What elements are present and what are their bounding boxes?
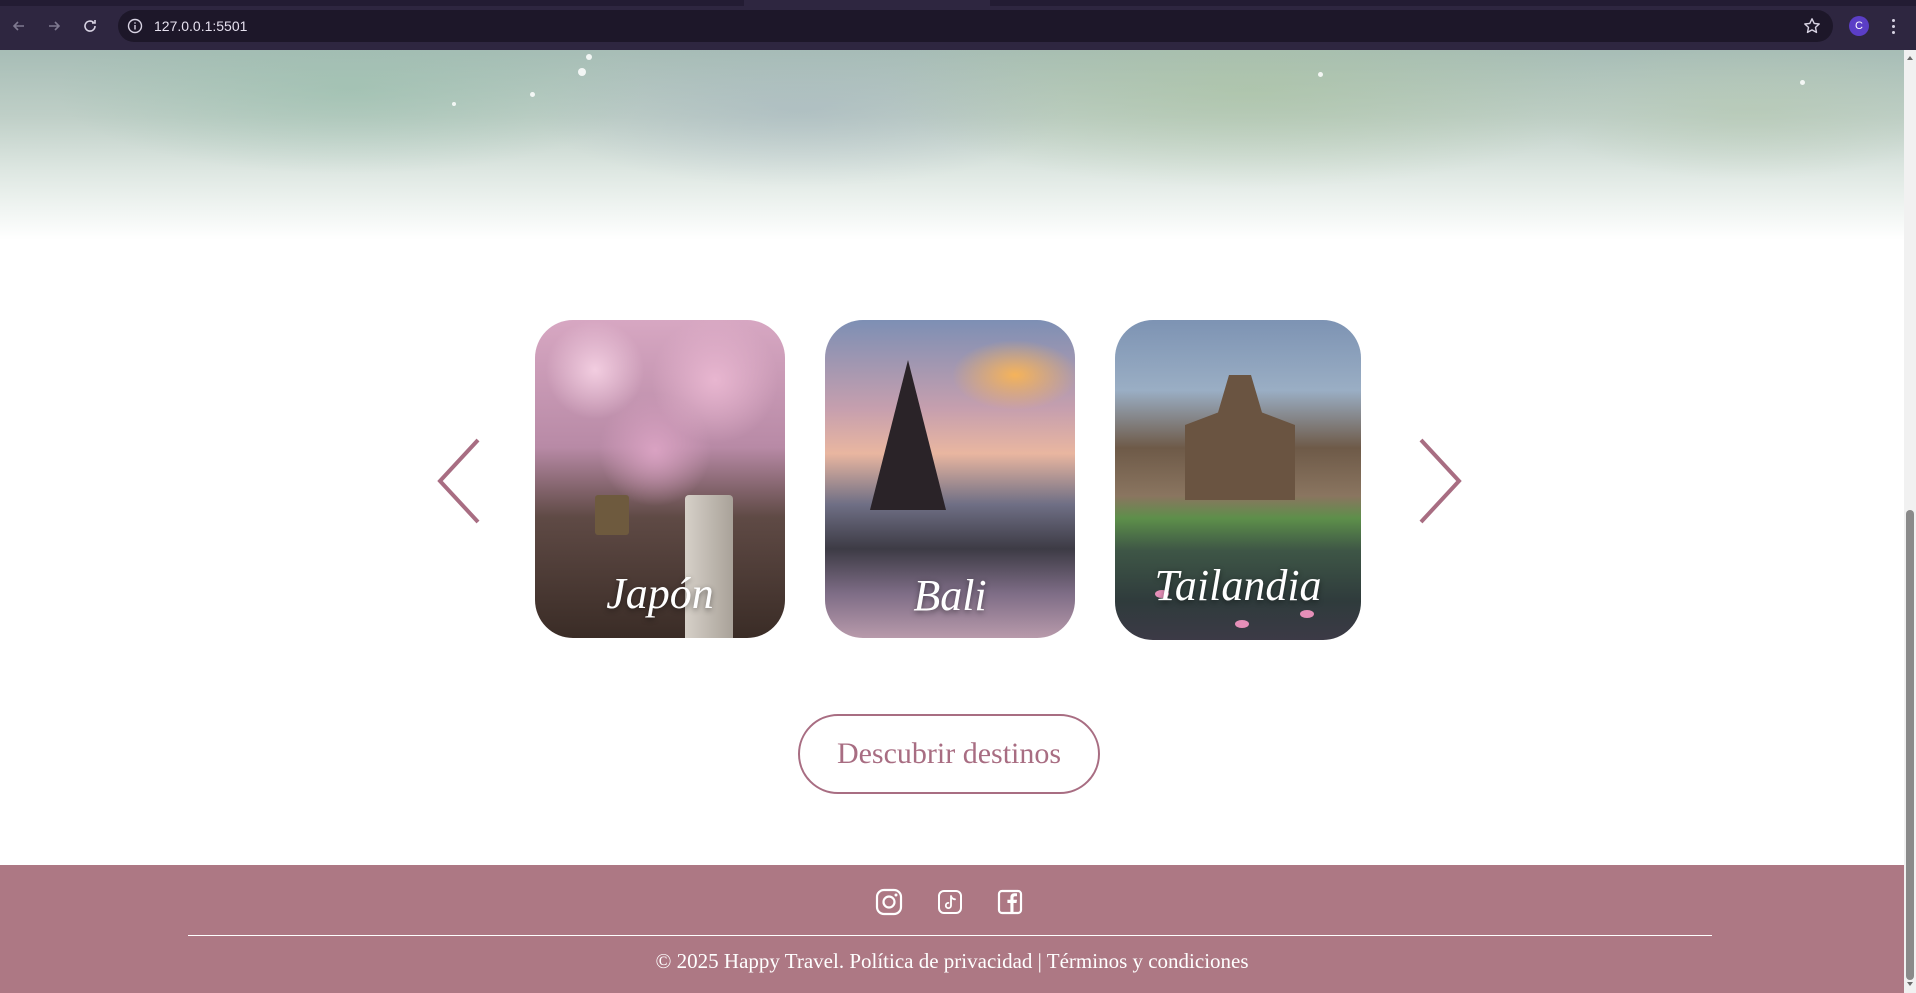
page-scrollbar[interactable] — [1904, 50, 1916, 993]
destination-label: Bali — [913, 571, 987, 620]
lotus-illustration — [1235, 620, 1249, 628]
footer-copyright: © 2025 Happy Travel. Política de privaci… — [655, 949, 1249, 973]
destination-card-japon[interactable]: Japón — [535, 320, 785, 638]
reload-icon[interactable] — [79, 15, 101, 37]
back-icon[interactable] — [8, 15, 30, 37]
kebab-menu-icon[interactable] — [1887, 15, 1899, 37]
chevron-left-icon — [437, 438, 480, 524]
url-text[interactable]: 127.0.0.1:5501 — [154, 16, 247, 36]
lotus-illustration — [1300, 610, 1314, 618]
scroll-up-icon[interactable] — [1906, 54, 1914, 62]
hero-background — [0, 50, 1904, 240]
pagoda-illustration — [870, 360, 946, 510]
info-icon[interactable] — [127, 18, 143, 34]
destination-label: Tailandia — [1154, 561, 1322, 610]
scroll-down-icon[interactable] — [1906, 980, 1914, 988]
browser-toolbar: 127.0.0.1:5501 C — [0, 0, 1916, 50]
scrollbar-thumb[interactable] — [1906, 510, 1914, 980]
footer: © 2025 Happy Travel. Política de privaci… — [0, 865, 1904, 993]
decor-fleck — [1800, 80, 1805, 85]
star-icon[interactable] — [1803, 17, 1821, 35]
profile-avatar[interactable]: C — [1849, 16, 1869, 36]
carousel-next-button[interactable] — [1417, 436, 1463, 526]
decor-fleck — [578, 68, 586, 76]
tiktok-icon[interactable] — [935, 887, 965, 917]
discover-destinations-button[interactable]: Descubrir destinos — [798, 714, 1100, 794]
lantern-illustration — [595, 495, 629, 535]
chevron-right-icon — [1419, 438, 1462, 524]
tab-strip — [0, 0, 1916, 6]
carousel-prev-button[interactable] — [436, 436, 482, 526]
address-bar[interactable]: 127.0.0.1:5501 — [118, 10, 1833, 42]
footer-divider — [188, 935, 1712, 936]
destination-card-bali[interactable]: Bali — [825, 320, 1075, 638]
decor-fleck — [452, 102, 456, 106]
decor-fleck — [530, 92, 535, 97]
destination-card-tailandia[interactable]: Tailandia — [1115, 320, 1361, 640]
forward-icon[interactable] — [43, 15, 65, 37]
decor-fleck — [1318, 72, 1323, 77]
facebook-icon[interactable] — [995, 887, 1025, 917]
active-tab[interactable] — [744, 0, 990, 6]
destination-label: Japón — [606, 569, 714, 618]
decor-fleck — [586, 54, 592, 60]
temple-illustration — [1185, 375, 1295, 500]
instagram-icon[interactable] — [874, 887, 904, 917]
